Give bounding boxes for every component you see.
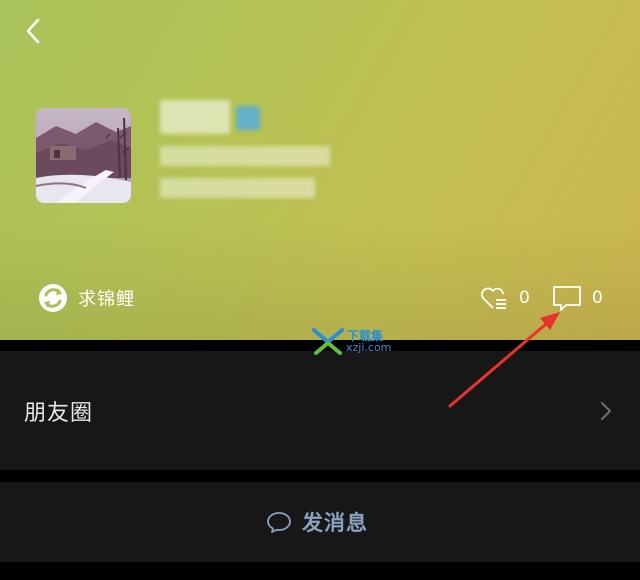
likes-count: 0 <box>519 288 530 308</box>
comments-counter[interactable]: 0 <box>552 282 603 314</box>
heart-list-icon <box>481 287 506 309</box>
watermark-x-logo <box>312 328 344 355</box>
status-text: 求锦鲤 <box>78 289 135 310</box>
moments-row[interactable]: 朋友圈 <box>0 351 640 470</box>
refresh-circle-icon <box>39 284 67 312</box>
nickname-blurred <box>160 100 230 134</box>
comment-bubble-icon <box>553 286 581 311</box>
send-message-button[interactable]: 发消息 <box>0 482 640 562</box>
avatar-image <box>36 108 131 203</box>
likes-counter[interactable]: 0 <box>479 282 530 314</box>
avatar[interactable] <box>36 108 131 203</box>
moments-label: 朋友圈 <box>24 401 94 426</box>
badge-blurred <box>236 106 260 130</box>
site-watermark: 下载集 xzji.com <box>311 326 411 356</box>
region-blurred <box>160 178 315 198</box>
back-button[interactable] <box>16 10 52 50</box>
comments-count: 0 <box>592 288 603 308</box>
chevron-left-icon <box>26 18 40 44</box>
profile-header: 求锦鲤 0 0 <box>0 0 640 340</box>
chevron-right-icon <box>600 401 612 421</box>
status-row[interactable]: 求锦鲤 <box>38 282 135 314</box>
profile-screen: 求锦鲤 0 0 朋友圈 发消息 下载集 xzji.com <box>0 0 640 580</box>
wechat-id-blurred <box>160 146 330 166</box>
send-message-label: 发消息 <box>302 511 368 535</box>
watermark-url: xzji.com <box>346 341 392 354</box>
chat-bubble-icon <box>267 512 291 533</box>
